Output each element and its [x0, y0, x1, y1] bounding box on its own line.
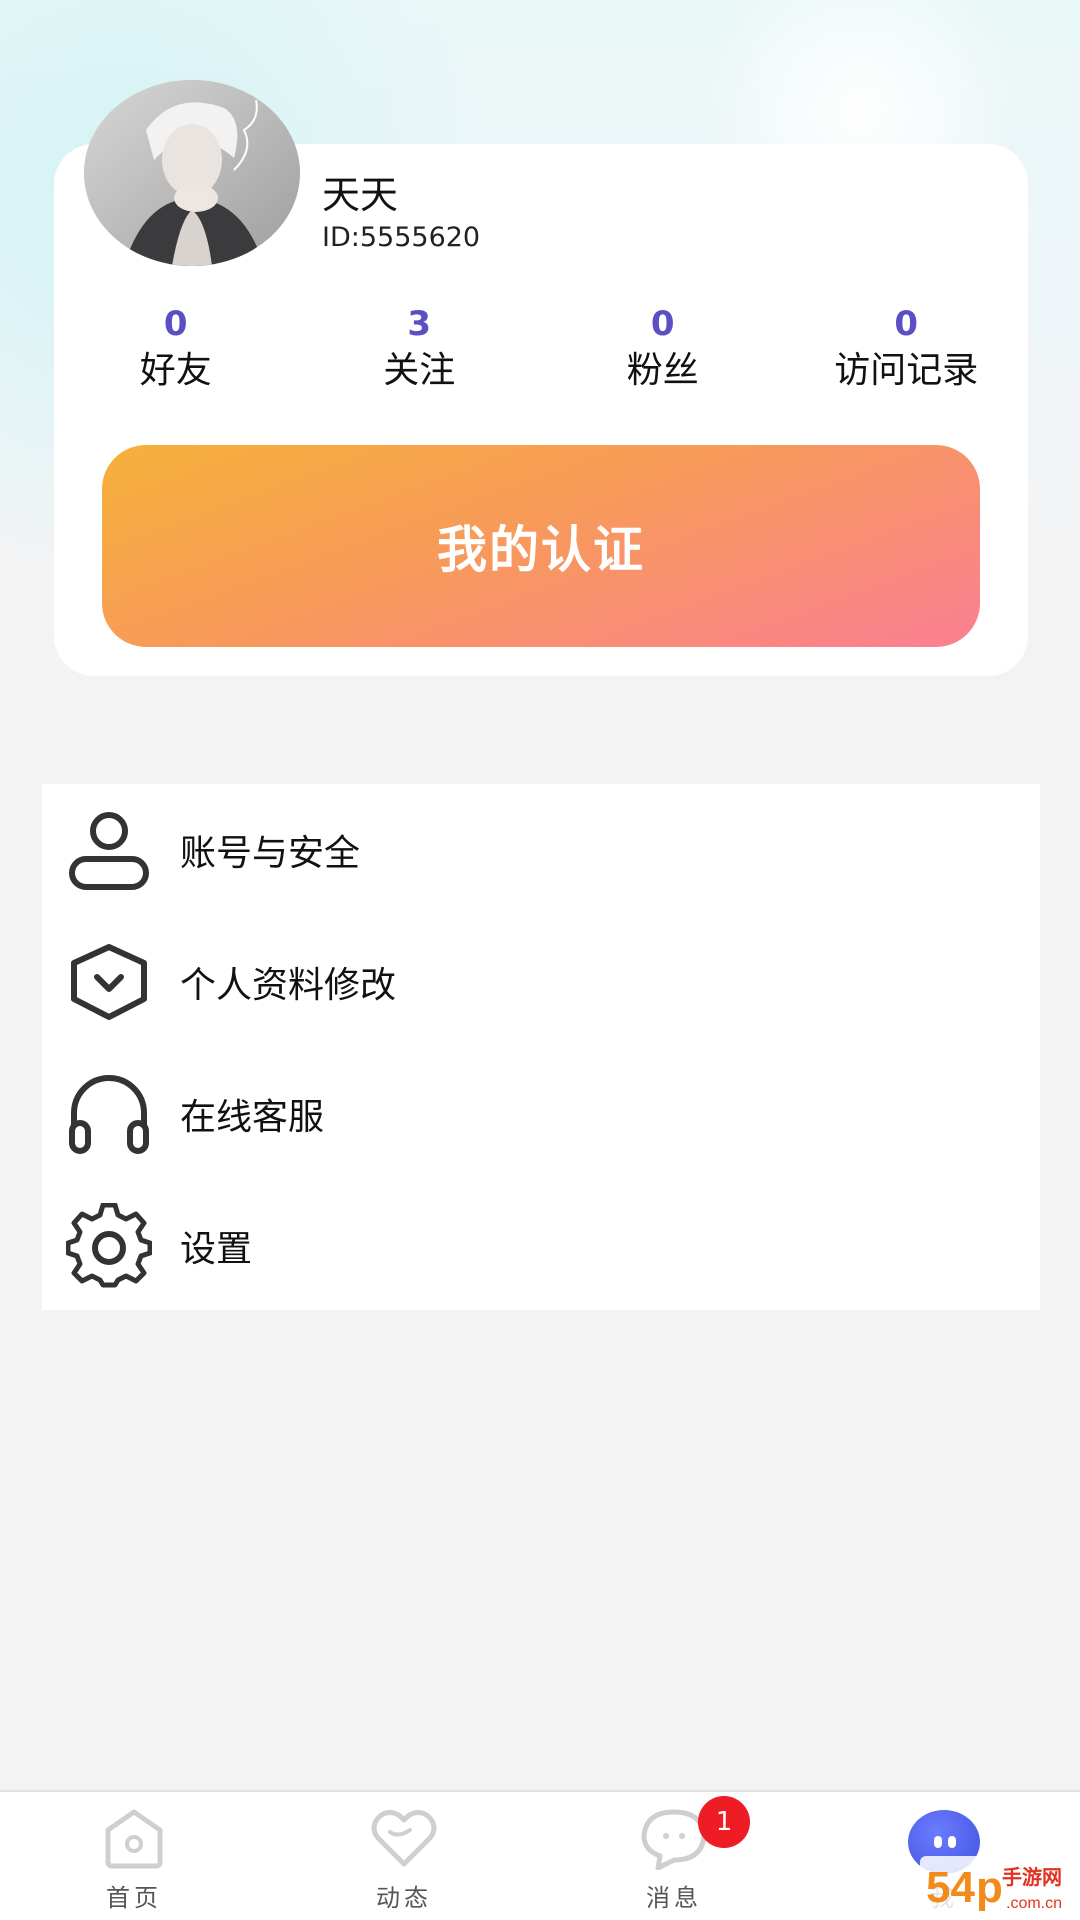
home-icon [105, 1809, 163, 1869]
menu-item-settings[interactable]: 设置 [42, 1180, 1040, 1312]
gear-icon [66, 1203, 152, 1288]
menu-item-label: 设置 [180, 1229, 253, 1270]
tab-label: 首页 [106, 1884, 162, 1912]
svg-text:p: p [976, 1863, 1003, 1912]
stat-fans[interactable]: 0 粉丝 [541, 302, 785, 402]
profile-page: 天天 ID:5555620 0 好友 3 关注 0 粉丝 0 访问记录 我的认证… [0, 0, 1080, 1920]
stat-visits[interactable]: 0 访问记录 [785, 302, 1029, 402]
stat-label: 关注 [383, 350, 456, 391]
unread-badge: 1 [698, 1796, 750, 1848]
profile-edit-icon [71, 944, 147, 1020]
stat-value: 0 [163, 304, 188, 344]
avatar[interactable] [84, 80, 300, 266]
user-id: ID:5555620 [322, 222, 481, 253]
bottom-tab-bar: 首页 动态 1 消息 我 [0, 1790, 1080, 1920]
stat-value: 0 [894, 304, 919, 344]
heart-icon [371, 1810, 437, 1867]
tab-messages[interactable]: 1 消息 [594, 1792, 754, 1920]
stats-row: 0 好友 3 关注 0 粉丝 0 访问记录 [54, 302, 1028, 402]
menu-item-account-security[interactable]: 账号与安全 [42, 784, 1040, 916]
menu-item-profile-edit[interactable]: 个人资料修改 [42, 916, 1040, 1048]
svg-text:54: 54 [926, 1863, 975, 1912]
my-certification-button[interactable]: 我的认证 [102, 445, 980, 647]
user-icon [69, 812, 149, 890]
menu-item-label: 个人资料修改 [180, 965, 397, 1006]
tab-label: 消息 [646, 1884, 702, 1912]
stat-label: 访问记录 [834, 350, 979, 391]
username: 天天 [322, 173, 399, 217]
settings-menu: 账号与安全 个人资料修改 在线客服 设置 [42, 784, 1040, 1310]
menu-item-customer-service[interactable]: 在线客服 [42, 1048, 1040, 1180]
headphones-icon [69, 1075, 149, 1154]
watermark-logo: 54 p 手游网 .com.cn [920, 1856, 1080, 1916]
menu-item-label: 账号与安全 [180, 833, 361, 874]
stat-label: 好友 [139, 350, 212, 391]
tab-moments[interactable]: 动态 [324, 1792, 484, 1920]
stat-following[interactable]: 3 关注 [298, 302, 542, 402]
tab-label: 动态 [376, 1884, 432, 1912]
svg-text:手游网: 手游网 [1002, 1865, 1062, 1889]
tab-home[interactable]: 首页 [54, 1792, 214, 1920]
stat-value: 0 [650, 304, 675, 344]
stat-friends[interactable]: 0 好友 [54, 302, 298, 402]
svg-text:.com.cn: .com.cn [1006, 1895, 1062, 1912]
stat-label: 粉丝 [626, 350, 699, 391]
stat-value: 3 [407, 304, 432, 344]
menu-item-label: 在线客服 [180, 1097, 325, 1138]
